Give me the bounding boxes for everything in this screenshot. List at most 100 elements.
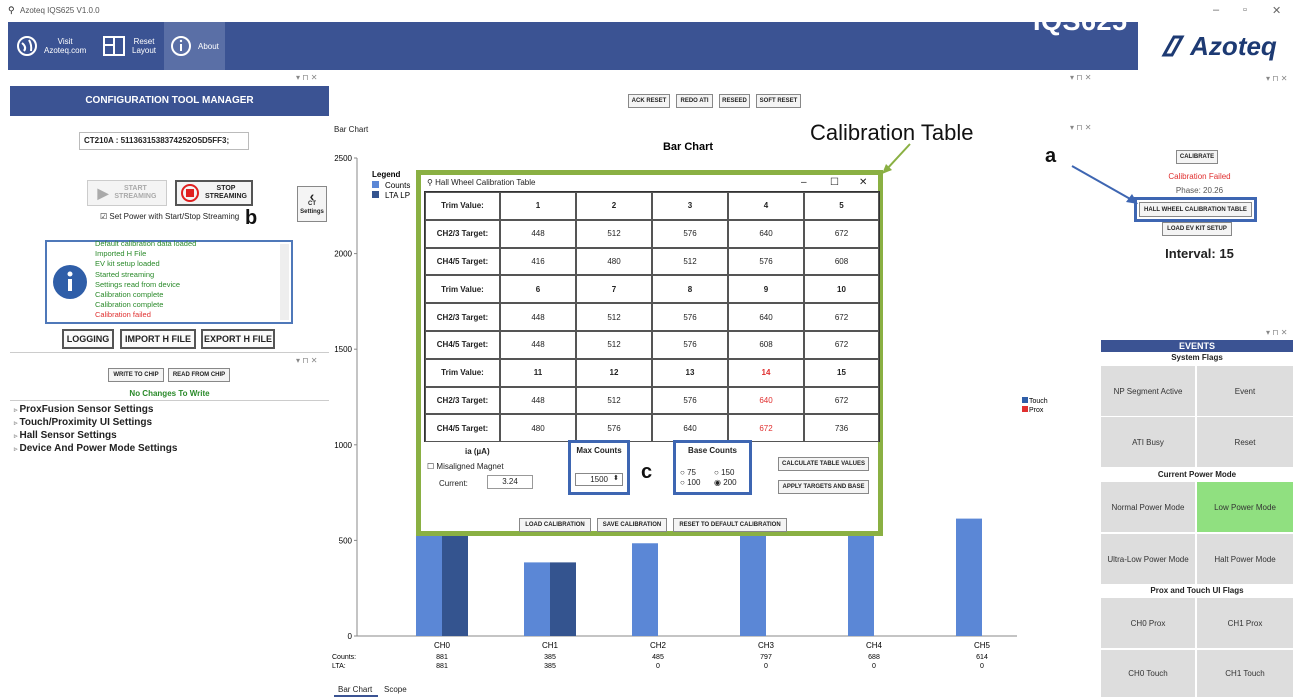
- azoteq-logo-icon: [1161, 35, 1185, 57]
- panel-pin-icon[interactable]: ▾ ⊓ ✕: [1070, 73, 1091, 82]
- dialog-minimize-icon[interactable]: –: [801, 177, 807, 188]
- import-h-file-button[interactable]: IMPORT H FILE: [120, 329, 196, 349]
- redo-ati-button[interactable]: REDO ATI: [676, 94, 713, 108]
- power-ultra-low: Ultra-Low Power Mode: [1101, 534, 1195, 584]
- write-to-chip-button[interactable]: WRITE TO CHIP: [108, 368, 164, 382]
- panel-pin-icon[interactable]: ▾ ⊓ ✕: [296, 73, 317, 82]
- close-icon[interactable]: ✕: [1272, 4, 1281, 17]
- system-flags-title: System Flags: [1171, 353, 1223, 362]
- hall-wheel-calibration-table-button[interactable]: HALL WHEEL CALIBRATION TABLE: [1139, 202, 1252, 217]
- lta-value: 0: [980, 663, 984, 670]
- base-counts-group: Base Counts ○ 75 ○ 150 ○ 100 ◉ 200: [673, 440, 752, 495]
- radio-label: 75: [687, 468, 696, 477]
- counts-value: 485: [652, 654, 664, 661]
- apply-targets-button[interactable]: APPLY TARGETS AND BASE: [778, 480, 869, 494]
- radio-selected-icon: ◉: [714, 478, 724, 487]
- reset-layout-button[interactable]: Reset Layout: [96, 22, 162, 70]
- load-ev-kit-setup-button[interactable]: LOAD EV KIT SETUP: [1162, 222, 1232, 236]
- calibrate-button[interactable]: CALIBRATE: [1176, 150, 1218, 164]
- tree-item[interactable]: ▹ ProxFusion Sensor Settings: [14, 404, 153, 415]
- tab-scope[interactable]: Scope: [384, 685, 407, 694]
- lta-row-label: LTA:: [332, 663, 346, 670]
- table-cell: 12: [576, 358, 652, 387]
- table-cell: 672: [804, 331, 879, 359]
- radio-label: 150: [721, 468, 735, 477]
- radio-icon: ○: [714, 468, 722, 477]
- stop-streaming-button[interactable]: STOP STREAMING: [175, 180, 253, 206]
- reseed-button[interactable]: RESEED: [719, 94, 750, 108]
- table-row-label: CH4/5 Target:: [425, 414, 500, 443]
- legend-swatch: [372, 191, 379, 198]
- flag-ch0-touch: CH0 Touch: [1101, 650, 1195, 697]
- export-h-file-button[interactable]: EXPORT H FILE: [201, 329, 275, 349]
- table-cell: 5: [804, 192, 879, 220]
- globe-icon: [17, 36, 37, 56]
- base-radio-150[interactable]: ○ 150: [714, 468, 734, 477]
- device-select[interactable]: CT210A : 5113631538374252O5D5FF3;: [79, 132, 249, 150]
- table-cell: 11: [500, 358, 576, 387]
- save-calibration-button[interactable]: SAVE CALIBRATION: [597, 518, 667, 532]
- table-cell: 736: [804, 414, 879, 443]
- write-status: No Changes To Write: [129, 389, 210, 398]
- table-cell: 10: [804, 275, 879, 304]
- flag-ch1-prox: CH1 Prox: [1197, 598, 1293, 648]
- panel-pin-icon[interactable]: ▾ ⊓ ✕: [1266, 328, 1287, 337]
- panel-pin-icon[interactable]: ▾ ⊓ ✕: [1266, 74, 1287, 83]
- ack-reset-button[interactable]: ACK RESET: [628, 94, 670, 108]
- current-label: Current:: [439, 479, 468, 488]
- y-tick-label: 500: [339, 536, 353, 545]
- logging-button[interactable]: LOGGING: [62, 329, 114, 349]
- log-entry: EV kit setup loaded: [95, 259, 160, 269]
- logo-text: Azoteq: [1190, 30, 1277, 61]
- events-header: EVENTS: [1101, 340, 1293, 352]
- base-radio-200[interactable]: ◉ 200: [714, 478, 737, 487]
- spinner-icon[interactable]: ⬍: [613, 474, 619, 482]
- lta-value: 0: [872, 663, 876, 670]
- base-radio-100[interactable]: ○ 100: [680, 478, 700, 487]
- y-tick-label: 2500: [334, 154, 352, 163]
- bar-lta: [550, 562, 576, 636]
- log-panel: Default calibration data loaded Imported…: [45, 239, 293, 324]
- log-scrollbar[interactable]: [280, 244, 289, 320]
- reset-default-calibration-button[interactable]: RESET TO DEFAULT CALIBRATION: [673, 518, 787, 532]
- tree-item[interactable]: ▹ Device And Power Mode Settings: [14, 443, 177, 454]
- ct-settings-button[interactable]: ‹ CT Settings: [297, 186, 327, 222]
- visit-azoteq-button[interactable]: Visit Azoteq.com: [10, 22, 92, 70]
- power-checkbox[interactable]: ☑ Set Power with Start/Stop Streaming: [100, 212, 239, 221]
- flag-np-segment-active: NP Segment Active: [1101, 366, 1195, 416]
- panel-pin-icon[interactable]: ▾ ⊓ ✕: [296, 356, 317, 365]
- x-tick-label: CH4: [866, 641, 883, 650]
- table-cell: 640: [728, 303, 804, 331]
- calculate-table-values-button[interactable]: CALCULATE TABLE VALUES: [778, 457, 869, 471]
- load-calibration-button[interactable]: LOAD CALIBRATION: [519, 518, 591, 532]
- table-cell: 3: [652, 192, 728, 220]
- tab-bar-chart[interactable]: Bar Chart: [338, 685, 372, 694]
- about-button[interactable]: About: [164, 22, 225, 70]
- annotation-arrow: [1071, 165, 1138, 204]
- legend-title: Legend: [372, 170, 401, 179]
- dialog-maximize-icon[interactable]: ☐: [830, 177, 839, 188]
- chevron-left-icon: ‹: [309, 188, 315, 204]
- misaligned-checkbox[interactable]: ☐ Misaligned Magnet: [427, 462, 504, 471]
- radio-icon: ○: [680, 478, 688, 487]
- read-from-chip-button[interactable]: READ FROM CHIP: [168, 368, 230, 382]
- legend-swatch: [372, 181, 379, 188]
- table-cell: 672: [728, 414, 804, 443]
- y-tick-label: 0: [348, 632, 353, 641]
- table-cell: 8: [652, 275, 728, 304]
- divider: [10, 352, 329, 353]
- tree-item[interactable]: ▹ Touch/Proximity UI Settings: [14, 417, 152, 428]
- soft-reset-button[interactable]: SOFT RESET: [756, 94, 801, 108]
- start-streaming-button[interactable]: ▶ START STREAMING: [87, 180, 167, 206]
- minimize-icon[interactable]: –: [1213, 4, 1219, 16]
- dialog-close-icon[interactable]: ✕: [859, 177, 867, 188]
- lta-value: 881: [436, 663, 448, 670]
- base-radio-75[interactable]: ○ 75: [680, 468, 696, 477]
- maximize-icon[interactable]: ▫: [1243, 4, 1247, 16]
- x-tick-label: CH5: [974, 641, 991, 650]
- stop-icon: [181, 184, 199, 202]
- current-input[interactable]: 3.24: [487, 475, 533, 489]
- annotation-b: b: [245, 207, 258, 229]
- app-title: Azoteq IQS625 V1.0.0: [20, 6, 100, 15]
- tree-item[interactable]: ▹ Hall Sensor Settings: [14, 430, 117, 441]
